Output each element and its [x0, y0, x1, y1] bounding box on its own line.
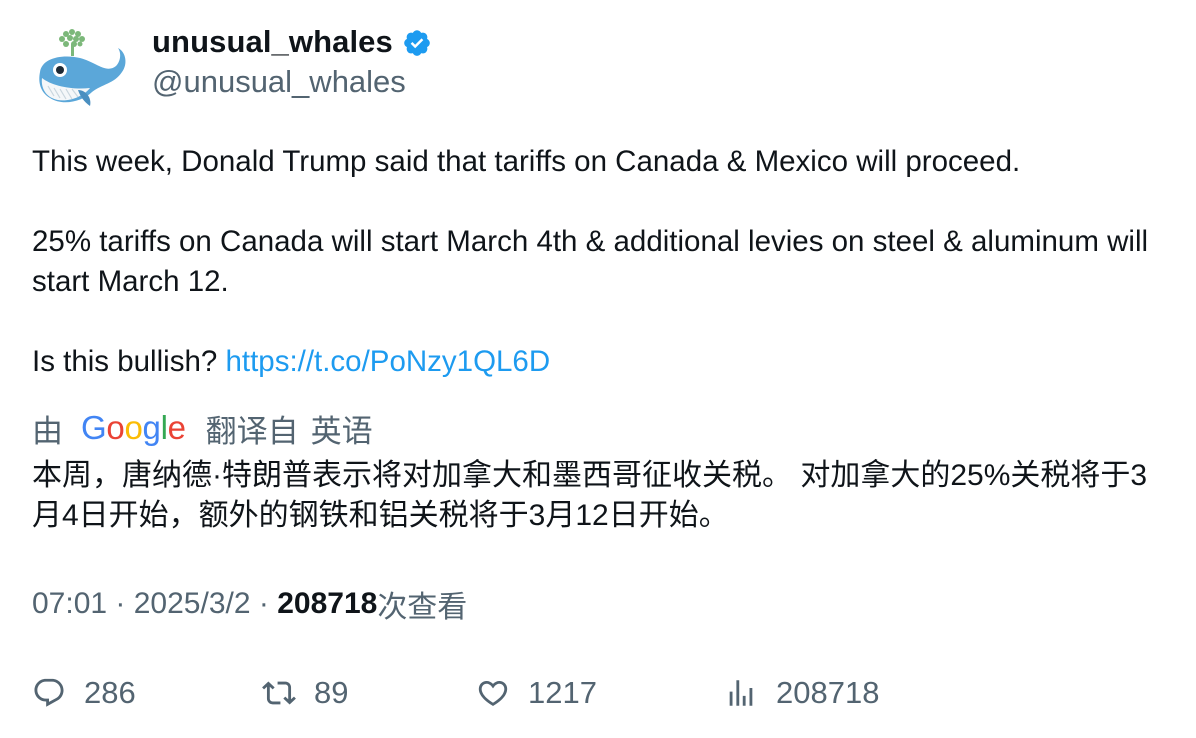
verified-badge-icon	[404, 30, 430, 56]
tweet-paragraph-3: Is this bullish? https://t.co/PoNzy1QL6D	[32, 342, 1172, 382]
avatar[interactable]	[32, 26, 128, 112]
retweet-button[interactable]: 89	[262, 668, 348, 718]
like-button[interactable]: 1217	[476, 668, 597, 718]
translate-by-label: 由	[32, 413, 63, 449]
tweet-time[interactable]: 07:01	[32, 587, 107, 621]
tweet-text: This week, Donald Trump said that tariff…	[32, 142, 1172, 382]
translated-from-label: 翻译自	[205, 413, 299, 449]
tweet-question: Is this bullish?	[32, 345, 226, 378]
translated-text: 本周，唐纳德·特朗普表示将对加拿大和墨西哥征收关税。 对加拿大的25%关税将于3…	[32, 459, 1148, 532]
view-count-label: 次查看	[377, 591, 468, 624]
author-name-row: unusual_whales	[152, 22, 432, 62]
meta-separator: ·	[107, 587, 134, 620]
google-logo: Google	[81, 409, 186, 446]
tweet-paragraph-2: 25% tariffs on Canada will start March 4…	[32, 225, 1149, 298]
author-handle[interactable]: @unusual_whales	[152, 64, 406, 100]
meta-separator: ·	[250, 587, 278, 620]
tweet-date[interactable]: 2025/3/2	[134, 587, 251, 621]
reply-icon	[34, 678, 64, 707]
whale-icon	[39, 29, 126, 106]
author-display-name[interactable]: unusual_whales	[152, 24, 393, 60]
translation-attribution[interactable]: 由 Google 翻译自 英语	[32, 406, 373, 450]
action-bar: 286 89 1217 208718	[0, 668, 1196, 718]
views-button[interactable]: 208718	[724, 668, 879, 718]
heart-icon	[478, 680, 508, 706]
reply-count: 286	[84, 675, 136, 710]
like-count: 1217	[528, 675, 597, 710]
analytics-icon	[729, 680, 753, 706]
source-language: 英语	[310, 413, 373, 449]
retweet-count: 89	[314, 675, 349, 710]
views-count: 208718	[776, 675, 880, 710]
tweet-meta: 07:01 · 2025/3/2 · 208718 次查看	[32, 584, 467, 624]
reply-button[interactable]: 286	[32, 668, 136, 718]
view-count: 208718	[277, 587, 378, 620]
retweet-icon	[262, 681, 296, 705]
tweet-link[interactable]: https://t.co/PoNzy1QL6D	[225, 345, 550, 378]
tweet-paragraph-1: This week, Donald Trump said that tariff…	[32, 145, 1021, 178]
